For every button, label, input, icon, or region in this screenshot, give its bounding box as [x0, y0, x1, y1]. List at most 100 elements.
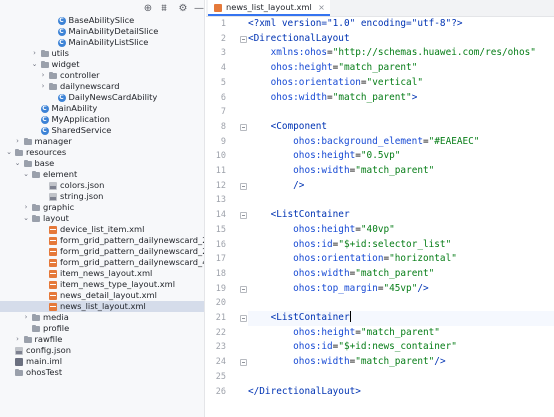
- tree-item[interactable]: form_grid_pattern_dailynewscard_2_4.xm: [0, 246, 204, 257]
- tree-item[interactable]: › rawfile: [0, 334, 204, 345]
- tree-item[interactable]: C DailyNewsCardAbility: [0, 92, 204, 103]
- tree-item[interactable]: C MainAbilityDetailSlice: [0, 26, 204, 37]
- code-line[interactable]: ohos:width="match_parent">: [248, 91, 554, 106]
- code-line[interactable]: <?xml version="1.0" encoding="utf-8"?>: [248, 17, 554, 32]
- chevron-down-icon[interactable]: ⌄: [22, 213, 30, 224]
- code-line[interactable]: [248, 296, 554, 311]
- code-line[interactable]: ohos:width="match_parent": [248, 267, 554, 282]
- tree-item[interactable]: C BaseAbilitySlice: [0, 15, 204, 26]
- code-editor[interactable]: <?xml version="1.0" encoding="utf-8"?> <D…: [248, 17, 554, 417]
- code-line[interactable]: [248, 105, 554, 120]
- chevron-down-icon[interactable]: ⌄: [5, 147, 13, 158]
- chevron-down-icon[interactable]: ⌄: [22, 169, 30, 180]
- folder-icon: [15, 148, 23, 157]
- code-line[interactable]: ohos:width="match_parent": [248, 164, 554, 179]
- tab-news-list-layout[interactable]: news_list_layout.xml ×: [208, 0, 330, 16]
- code-line[interactable]: ohos:height="match_parent": [248, 326, 554, 341]
- tree-item[interactable]: ⌄ widget: [0, 59, 204, 70]
- tree-item[interactable]: profile: [0, 323, 204, 334]
- code-line[interactable]: ohos:height="40vp": [248, 223, 554, 238]
- tree-item[interactable]: › controller: [0, 70, 204, 81]
- tree-item[interactable]: C MainAbilityListSlice: [0, 37, 204, 48]
- chevron-right-icon[interactable]: ›: [22, 202, 30, 213]
- chevron-right-icon[interactable]: ›: [14, 334, 22, 345]
- code-token-pi: <?xml version="1.0" encoding="utf-8"?>: [248, 18, 463, 29]
- code-line[interactable]: ohos:id="$+id:news_container": [248, 340, 554, 355]
- fold-toggle-icon[interactable]: [240, 212, 247, 220]
- fold-toggle-icon[interactable]: [240, 123, 247, 131]
- tree-item[interactable]: ⌄ resources: [0, 147, 204, 158]
- chevron-right-icon[interactable]: ›: [22, 312, 30, 323]
- chevron-down-icon[interactable]: ⌄: [31, 59, 39, 70]
- tree-item[interactable]: form_grid_pattern_dailynewscard_2_2.xm: [0, 235, 204, 246]
- chevron-right-icon[interactable]: ›: [14, 136, 22, 147]
- tree-item[interactable]: C MainAbility: [0, 103, 204, 114]
- line-number: 9: [220, 136, 226, 147]
- tree-item[interactable]: C SharedService: [0, 125, 204, 136]
- code-token-sp: [248, 356, 293, 367]
- code-token-attr: ohos:background_element: [293, 135, 423, 147]
- code-line[interactable]: ohos:width="match_parent"/>: [248, 355, 554, 370]
- fold-toggle-icon[interactable]: [240, 35, 247, 43]
- fold-toggle-icon[interactable]: [240, 182, 247, 190]
- tree-item[interactable]: item_news_type_layout.xml: [0, 279, 204, 290]
- close-icon[interactable]: ×: [318, 0, 325, 15]
- tree-item[interactable]: ⌄ base: [0, 158, 204, 169]
- line-number: 23: [215, 342, 226, 353]
- collapse-icon[interactable]: ⩩: [157, 2, 171, 15]
- tree-item[interactable]: news_detail_layout.xml: [0, 290, 204, 301]
- line-number: 10: [215, 151, 226, 162]
- chevron-down-icon[interactable]: ⌄: [14, 158, 22, 169]
- code-line[interactable]: xmlns:ohos="http://schemas.huawei.com/re…: [248, 46, 554, 61]
- minimize-icon[interactable]: —: [192, 2, 204, 15]
- code-line[interactable]: </DirectionalLayout>: [248, 385, 554, 400]
- fold-toggle-icon[interactable]: [240, 285, 247, 293]
- code-line[interactable]: ohos:height="0.5vp": [248, 149, 554, 164]
- code-line[interactable]: ohos:top_margin="45vp"/>: [248, 282, 554, 297]
- tree-item[interactable]: C MyApplication: [0, 114, 204, 125]
- code-line[interactable]: <Component: [248, 120, 554, 135]
- tree-item[interactable]: ⌄ element: [0, 169, 204, 180]
- tree-item[interactable]: string.json: [0, 191, 204, 202]
- folder-icon: [32, 313, 40, 322]
- tree-item[interactable]: › utils: [0, 48, 204, 59]
- code-token-attr: ohos:width: [293, 165, 350, 176]
- code-token-tag: <ListContainer: [270, 209, 350, 221]
- code-token-attr: ohos:width: [270, 91, 328, 103]
- line-number: 7: [220, 107, 226, 118]
- tree-item[interactable]: › graphic: [0, 202, 204, 213]
- code-line[interactable]: <ListContainer: [248, 311, 554, 326]
- code-line[interactable]: ohos:background_element="#EAEAEC": [248, 135, 554, 150]
- tree-item[interactable]: form_grid_pattern_dailynewscard_4_4.xm: [0, 257, 204, 268]
- code-line[interactable]: [248, 370, 554, 385]
- fold-toggle-icon[interactable]: [240, 315, 247, 322]
- code-line[interactable]: [248, 193, 554, 208]
- code-line[interactable]: <ListContainer: [248, 208, 554, 223]
- chevron-right-icon[interactable]: ›: [39, 81, 47, 92]
- chevron-right-icon[interactable]: ›: [39, 70, 47, 81]
- code-line[interactable]: ohos:orientation="vertical": [248, 76, 554, 91]
- code-line[interactable]: ohos:height="match_parent": [248, 61, 554, 76]
- tree-item[interactable]: news_list_layout.xml: [0, 301, 204, 312]
- code-token-val: "#EAEAEC": [428, 135, 480, 147]
- gear-icon[interactable]: ⚙: [176, 2, 190, 15]
- tree-item[interactable]: device_list_item.xml: [0, 224, 204, 235]
- tree-item[interactable]: config.json: [0, 345, 204, 356]
- tree-item[interactable]: › media: [0, 312, 204, 323]
- code-line[interactable]: <DirectionalLayout: [248, 32, 554, 47]
- locate-icon[interactable]: ⊕: [141, 2, 155, 15]
- xml-file-icon: [214, 4, 222, 12]
- tree-item[interactable]: item_news_layout.xml: [0, 268, 204, 279]
- tree-item[interactable]: ⌄ layout: [0, 213, 204, 224]
- code-line[interactable]: ohos:id="$+id:selector_list": [248, 238, 554, 253]
- fold-toggle-icon[interactable]: [240, 359, 247, 367]
- tree-item[interactable]: › manager: [0, 136, 204, 147]
- code-line[interactable]: ohos:orientation="horizontal": [248, 252, 554, 267]
- tree-item[interactable]: main.iml: [0, 356, 204, 367]
- code-line[interactable]: />: [248, 179, 554, 194]
- tree-item[interactable]: › dailynewscard: [0, 81, 204, 92]
- code-token-val: "http://schemas.huawei.com/res/ohos": [332, 47, 536, 59]
- tree-item[interactable]: colors.json: [0, 180, 204, 191]
- chevron-right-icon[interactable]: ›: [31, 48, 39, 59]
- tree-item[interactable]: ohosTest: [0, 367, 204, 378]
